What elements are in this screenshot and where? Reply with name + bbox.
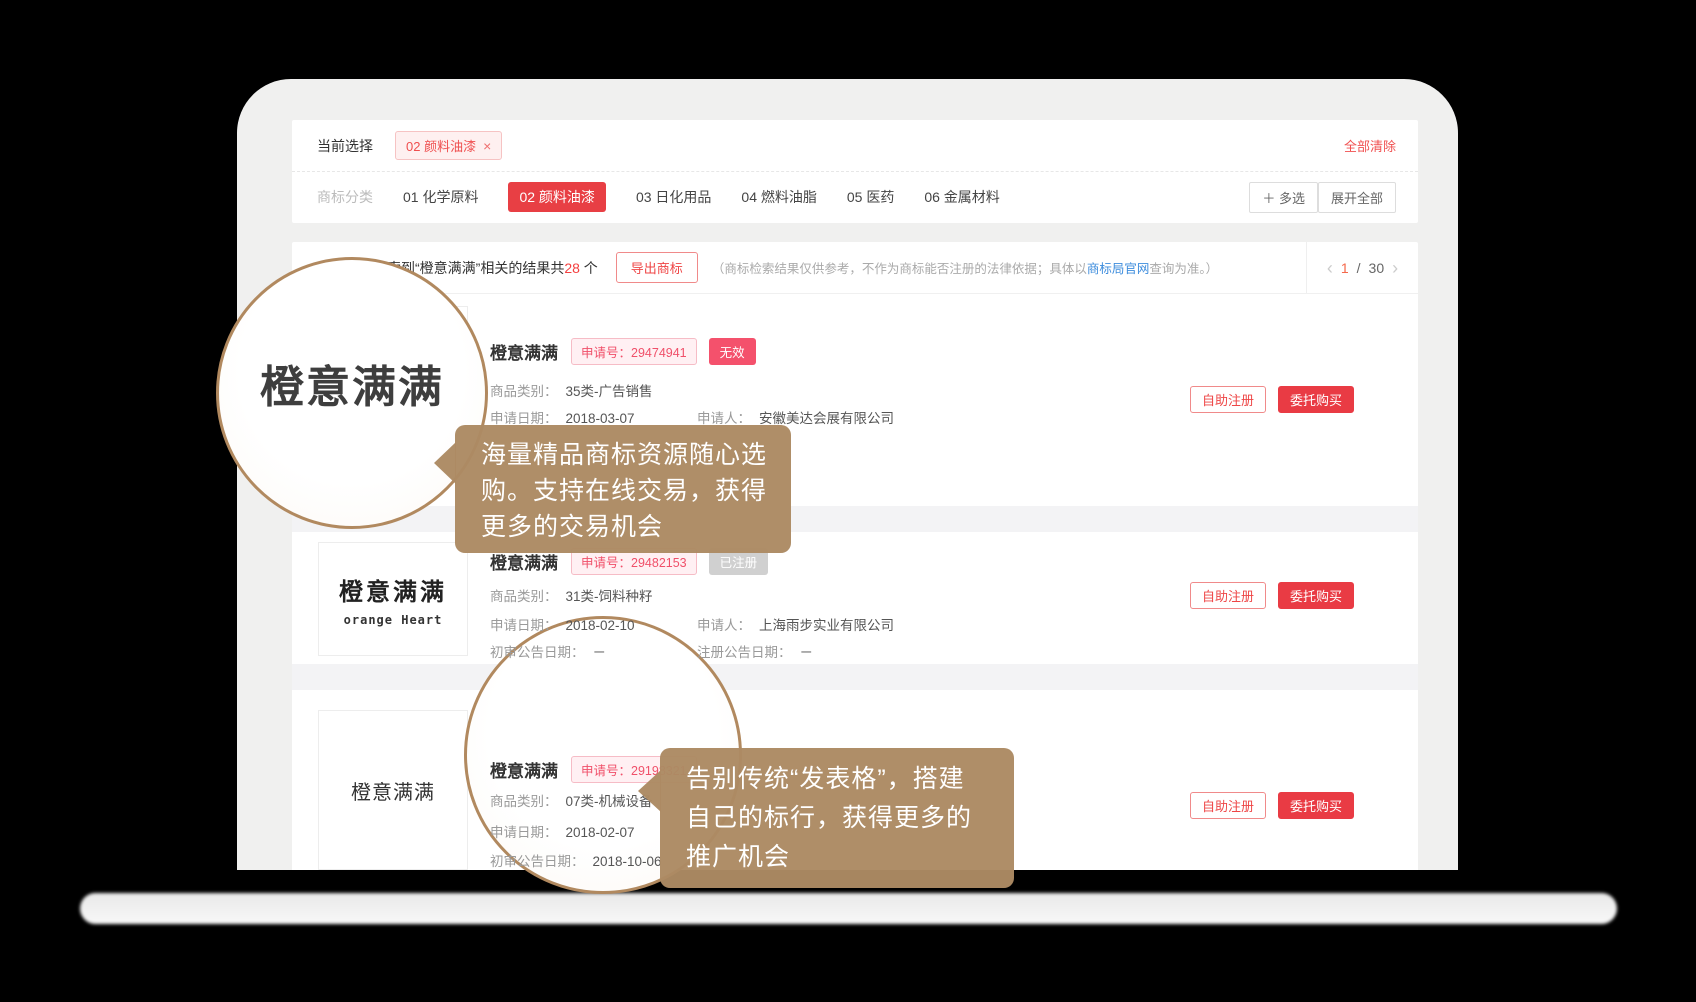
trademark-subtext: orange Heart [344, 613, 443, 627]
laptop-base-shadow [80, 893, 1617, 924]
category-item-02-selected[interactable]: 02 颜料油漆 [508, 182, 605, 212]
selected-filter-tag-label: 02 颜料油漆 [406, 136, 476, 155]
multi-select-button[interactable]: ＋ 多选 [1249, 182, 1318, 213]
category-row: 商标分类 01 化学原料 02 颜料油漆 03 日化用品 04 燃料油脂 05 … [292, 172, 1418, 222]
category-item-03[interactable]: 03 日化用品 [636, 187, 711, 207]
trademark-title: 橙意满满 [490, 757, 558, 782]
current-page: 1 [1341, 260, 1349, 276]
results-header: 当前分类检索到“橙意满满”相关的结果共28 个 导出商标 （商标检索结果仅供参考… [292, 242, 1418, 294]
trademark-title: 橙意满满 [490, 339, 558, 364]
self-register-button[interactable]: 自助注册 [1190, 386, 1266, 413]
category-item-05[interactable]: 05 医药 [847, 187, 894, 207]
selected-filter-tag[interactable]: 02 颜料油漆 × [395, 131, 502, 160]
category-item-01[interactable]: 01 化学原料 [403, 187, 478, 207]
tooltip-tail [638, 770, 661, 812]
current-selection-row: 当前选择 02 颜料油漆 × 全部清除 [292, 120, 1418, 172]
entrust-buy-button[interactable]: 委托购买 [1278, 386, 1354, 413]
prev-page-icon[interactable]: ‹ [1327, 259, 1333, 277]
trademark-image-card: 橙意满满 orange Heart [318, 542, 468, 656]
tooltip-promotion: 告别传统“发表格”，搭建 自己的标行，获得更多的 推广机会 [660, 748, 1014, 888]
clear-all-link[interactable]: 全部清除 [1344, 136, 1396, 155]
trademark-image-card: 橙意满满 [318, 710, 468, 870]
magnifier-circle-1: 橙意满满 [216, 257, 488, 529]
current-selection-label: 当前选择 [317, 136, 373, 156]
application-number-tag: 申请号：29474941 [571, 338, 697, 365]
entrust-buy-button[interactable]: 委托购买 [1278, 792, 1354, 819]
category-item-04[interactable]: 04 燃料油脂 [741, 187, 816, 207]
results-disclaimer: （商标检索结果仅供参考，不作为商标能否注册的法律依据；具体以商标局官网查询为准。… [712, 258, 1218, 277]
filters-panel: 当前选择 02 颜料油漆 × 全部清除 商标分类 01 化学原料 02 颜料油漆… [292, 120, 1418, 223]
pagination: ‹ 1 / 30 › [1306, 242, 1418, 293]
page: 当前选择 02 颜料油漆 × 全部清除 商标分类 01 化学原料 02 颜料油漆… [0, 0, 1696, 1002]
tooltip-marketplace: 海量精品商标资源随心选 购。支持在线交易，获得 更多的交易机会 [455, 425, 791, 553]
expand-all-button[interactable]: 展开全部 [1318, 182, 1396, 213]
self-register-button[interactable]: 自助注册 [1190, 792, 1266, 819]
self-register-button[interactable]: 自助注册 [1190, 582, 1266, 609]
row-separator [292, 664, 1418, 690]
total-pages: 30 [1369, 260, 1385, 276]
export-trademark-button[interactable]: 导出商标 [616, 252, 698, 283]
category-label: 商标分类 [317, 187, 373, 207]
trademark-office-link[interactable]: 商标局官网 [1087, 262, 1150, 276]
magnified-trademark-text: 橙意满满 [260, 351, 444, 415]
status-badge: 无效 [709, 338, 756, 365]
results-count: 28 [564, 260, 580, 276]
category-item-06[interactable]: 06 金属材料 [924, 187, 999, 207]
next-page-icon[interactable]: › [1392, 259, 1398, 277]
tooltip-tail [434, 442, 456, 484]
entrust-buy-button[interactable]: 委托购买 [1278, 582, 1354, 609]
remove-filter-icon[interactable]: × [483, 139, 491, 153]
